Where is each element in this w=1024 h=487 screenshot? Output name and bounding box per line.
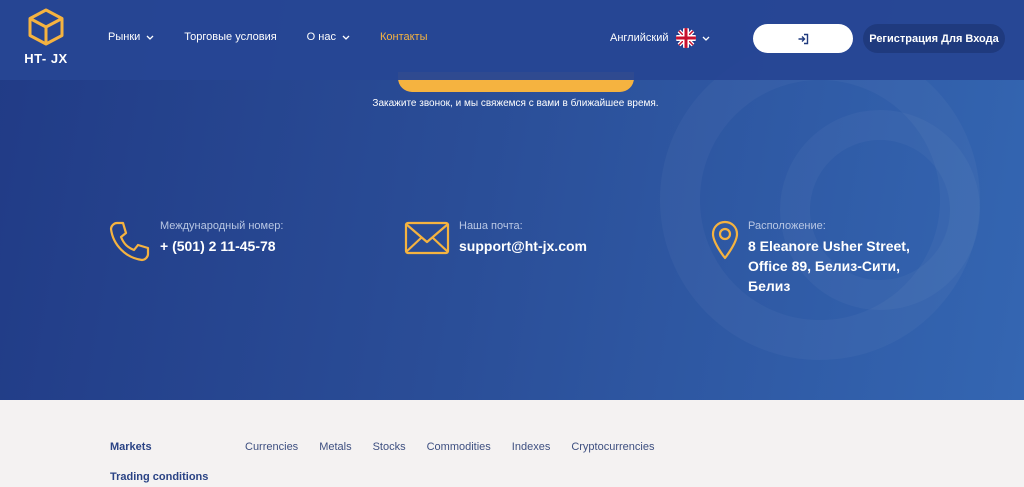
language-selector[interactable]: Английский: [610, 28, 710, 48]
login-button[interactable]: [753, 24, 853, 53]
location-value: 8 Eleanore Usher Street, Office 89, Бели…: [748, 236, 910, 296]
footer-link-cryptocurrencies[interactable]: Cryptocurrencies: [571, 441, 654, 453]
nav-item-label: О нас: [306, 31, 336, 43]
logo[interactable]: HT- JX: [22, 8, 70, 66]
nav-item-label: Торговые условия: [184, 31, 277, 43]
location-line: 8 Eleanore Usher Street,: [748, 238, 910, 254]
footer-link-metals[interactable]: Metals: [319, 441, 351, 453]
footer-markets-title[interactable]: Markets: [110, 441, 152, 453]
location-line: Office 89, Белиз-Сити,: [748, 258, 900, 274]
nav-item-trading-conditions[interactable]: Торговые условия: [184, 31, 276, 43]
email-label: Наша почта:: [459, 220, 523, 232]
nav-item-label: Рынки: [108, 31, 141, 43]
nav-item-about[interactable]: О нас: [307, 31, 350, 43]
footer-trading-title[interactable]: Trading conditions: [110, 471, 208, 483]
location-line: Белиз: [748, 278, 791, 294]
location-label: Расположение:: [748, 220, 826, 232]
chevron-down-icon: [702, 36, 709, 41]
footer-link-indexes[interactable]: Indexes: [512, 441, 551, 453]
chevron-down-icon: [342, 35, 350, 40]
main-nav: Рынки Торговые условия О нас Контакты: [108, 31, 458, 43]
phone-value[interactable]: + (501) 2 11-45-78: [160, 236, 276, 256]
footer-markets-links: Currencies Metals Stocks Commodities Ind…: [245, 441, 675, 453]
register-button[interactable]: Регистрация Для Входа: [863, 24, 1005, 53]
cta-caption: Закажите звонок, и мы свяжемся с вами в …: [372, 98, 659, 109]
nav-item-label: Контакты: [379, 31, 428, 43]
mail-icon: [404, 221, 450, 255]
chevron-down-icon: [146, 35, 154, 40]
phone-icon: [109, 221, 150, 262]
language-label: Английский: [610, 32, 669, 44]
footer-link-stocks[interactable]: Stocks: [373, 441, 406, 453]
uk-flag-icon: [675, 28, 696, 48]
footer-link-currencies[interactable]: Currencies: [245, 441, 298, 453]
nav-item-contacts[interactable]: Контакты: [380, 31, 428, 43]
location-pin-icon: [711, 220, 739, 260]
logo-text: HT- JX: [24, 51, 68, 66]
site-header: HT- JX Рынки Торговые условия О нас Конт…: [0, 0, 1024, 80]
nav-item-markets[interactable]: Рынки: [108, 31, 154, 43]
sign-in-icon: [798, 33, 809, 44]
footer-link-commodities[interactable]: Commodities: [427, 441, 491, 453]
cube-logo-icon: [28, 8, 64, 46]
email-value[interactable]: support@ht-jx.com: [459, 236, 587, 256]
phone-label: Международный номер:: [160, 220, 284, 232]
